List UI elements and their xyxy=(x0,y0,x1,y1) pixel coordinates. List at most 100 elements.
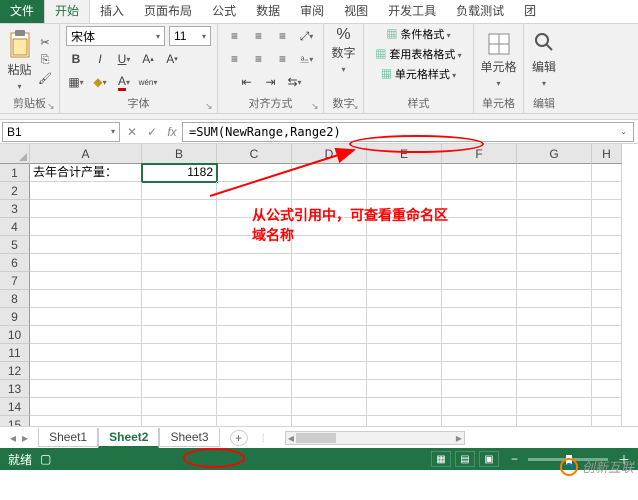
cell[interactable] xyxy=(442,308,517,326)
cell[interactable] xyxy=(592,236,622,254)
cell[interactable] xyxy=(592,182,622,200)
cell[interactable] xyxy=(142,326,217,344)
cell[interactable] xyxy=(142,290,217,308)
cell[interactable] xyxy=(292,272,367,290)
cell[interactable] xyxy=(592,164,622,182)
cell[interactable] xyxy=(367,218,442,236)
phonetic-button[interactable]: wén▾ xyxy=(138,72,158,92)
cell[interactable] xyxy=(367,416,442,426)
cell[interactable] xyxy=(367,344,442,362)
tab-file[interactable]: 文件 xyxy=(0,0,44,23)
cell[interactable] xyxy=(367,254,442,272)
cell[interactable] xyxy=(367,362,442,380)
cell[interactable] xyxy=(367,380,442,398)
cell[interactable] xyxy=(442,380,517,398)
cell[interactable] xyxy=(217,164,292,182)
tab-developer[interactable]: 开发工具 xyxy=(378,0,446,23)
row-header[interactable]: 12 xyxy=(0,362,30,380)
row-header[interactable]: 3 xyxy=(0,200,30,218)
cell[interactable] xyxy=(592,398,622,416)
tab-team[interactable]: 团 xyxy=(514,0,546,23)
cell[interactable] xyxy=(592,254,622,272)
formula-input[interactable]: =SUM(NewRange,Range2) ⌄ xyxy=(182,122,634,142)
column-header[interactable]: D xyxy=(292,144,367,164)
cell[interactable] xyxy=(442,218,517,236)
cell[interactable] xyxy=(442,254,517,272)
cell[interactable] xyxy=(367,308,442,326)
cell[interactable] xyxy=(592,218,622,236)
column-header[interactable]: F xyxy=(442,144,517,164)
cell[interactable] xyxy=(217,272,292,290)
expand-icon[interactable]: ↘ xyxy=(47,101,57,111)
cell[interactable] xyxy=(217,182,292,200)
cell[interactable] xyxy=(217,362,292,380)
decrease-font-button[interactable]: A▾ xyxy=(162,49,182,69)
cell[interactable] xyxy=(217,218,292,236)
cell[interactable] xyxy=(142,182,217,200)
increase-indent-button[interactable]: ⇥ xyxy=(261,72,281,92)
orientation-button[interactable]: ⤢▾ xyxy=(297,26,317,46)
cell[interactable] xyxy=(30,290,142,308)
cell[interactable] xyxy=(517,218,592,236)
cell[interactable] xyxy=(217,308,292,326)
cell[interactable] xyxy=(442,416,517,426)
row-header[interactable]: 11 xyxy=(0,344,30,362)
zoom-out-button[interactable]: − xyxy=(511,452,518,466)
row-header[interactable]: 6 xyxy=(0,254,30,272)
table-format-button[interactable]: ▦ 套用表格格式 ▾ xyxy=(375,46,461,62)
cell[interactable] xyxy=(442,164,517,182)
cell[interactable] xyxy=(142,398,217,416)
cell[interactable] xyxy=(367,272,442,290)
tab-formula[interactable]: 公式 xyxy=(202,0,246,23)
cell[interactable] xyxy=(217,254,292,272)
copy-icon[interactable]: ⎘ xyxy=(37,53,53,69)
add-sheet-button[interactable]: + xyxy=(230,430,248,446)
cell[interactable] xyxy=(30,398,142,416)
cell[interactable] xyxy=(442,272,517,290)
row-header[interactable]: 7 xyxy=(0,272,30,290)
cell[interactable] xyxy=(142,308,217,326)
cell[interactable] xyxy=(30,308,142,326)
cell[interactable] xyxy=(142,200,217,218)
cell[interactable] xyxy=(292,398,367,416)
increase-font-button[interactable]: A▴ xyxy=(138,49,158,69)
cell[interactable] xyxy=(217,326,292,344)
font-name-select[interactable]: 宋体▾ xyxy=(66,26,165,46)
cancel-button[interactable]: ✕ xyxy=(122,125,142,139)
cell[interactable] xyxy=(30,200,142,218)
view-layout-button[interactable]: ▤ xyxy=(455,451,475,467)
cell[interactable] xyxy=(292,254,367,272)
sheet-nav-next[interactable]: ▸ xyxy=(22,431,28,445)
row-header[interactable]: 1 xyxy=(0,164,30,182)
align-center-button[interactable]: ≡ xyxy=(249,49,269,69)
wrap-text-button[interactable]: ⎁▾ xyxy=(297,49,317,69)
tab-insert[interactable]: 插入 xyxy=(90,0,134,23)
bold-button[interactable]: B xyxy=(66,49,86,69)
column-header[interactable]: E xyxy=(367,144,442,164)
italic-button[interactable]: I xyxy=(90,49,110,69)
cell[interactable] xyxy=(517,272,592,290)
column-header[interactable]: H xyxy=(592,144,622,164)
column-header[interactable]: C xyxy=(217,144,292,164)
cell[interactable] xyxy=(292,326,367,344)
cell[interactable] xyxy=(292,380,367,398)
cell[interactable] xyxy=(30,344,142,362)
cell[interactable] xyxy=(292,236,367,254)
font-size-select[interactable]: 11▾ xyxy=(169,26,211,46)
row-header[interactable]: 15 xyxy=(0,416,30,426)
cell[interactable] xyxy=(292,416,367,426)
macro-record-icon[interactable]: ▢ xyxy=(40,452,51,466)
cell[interactable] xyxy=(517,254,592,272)
cell[interactable] xyxy=(292,218,367,236)
cell[interactable] xyxy=(367,398,442,416)
cell[interactable] xyxy=(592,416,622,426)
name-box[interactable]: B1▾ xyxy=(2,122,120,142)
cell[interactable] xyxy=(592,380,622,398)
underline-button[interactable]: U▾ xyxy=(114,49,134,69)
cell[interactable] xyxy=(30,182,142,200)
tab-data[interactable]: 数据 xyxy=(246,0,290,23)
cell[interactable] xyxy=(142,272,217,290)
cell[interactable] xyxy=(517,236,592,254)
confirm-button[interactable]: ✓ xyxy=(142,125,162,139)
cell[interactable] xyxy=(592,362,622,380)
